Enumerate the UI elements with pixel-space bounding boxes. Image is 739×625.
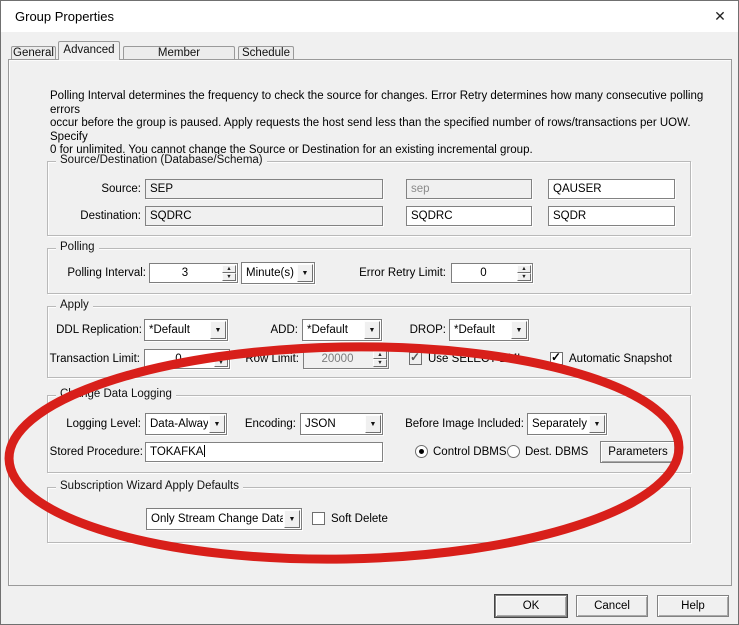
row-limit-label: Row Limit: (233, 349, 299, 369)
spinner-down-icon[interactable]: ▼ (214, 359, 228, 367)
use-select-dml-label: Use SELECT DML (428, 352, 524, 366)
tab-general[interactable]: General (11, 46, 56, 59)
logging-level-label: Logging Level: (48, 414, 141, 434)
use-select-dml-checkbox: ✓ (409, 352, 422, 365)
control-dbms-radio[interactable] (415, 445, 428, 458)
add-label: ADD: (198, 320, 298, 340)
group-apply: Apply DDL Replication: *Default ▼ ADD: *… (47, 306, 691, 378)
tab-page-advanced: Polling Interval determines the frequenc… (8, 59, 732, 586)
help-button[interactable]: Help (657, 595, 729, 617)
group-source-destination-legend: Source/Destination (Database/Schema) (56, 154, 267, 166)
destination-schema-field[interactable]: SQDRC (406, 206, 532, 226)
stored-procedure-input[interactable]: TOKAFKA (145, 442, 383, 462)
drop-value: *Default (454, 320, 510, 340)
dropdown-arrow-icon[interactable]: ▼ (297, 264, 313, 282)
destination-label: Destination: (48, 206, 141, 226)
cancel-button[interactable]: Cancel (576, 595, 648, 617)
stored-procedure-value: TOKAFKA (150, 446, 203, 458)
automatic-snapshot-checkbox[interactable]: ✓ (550, 352, 563, 365)
automatic-snapshot-label: Automatic Snapshot (569, 352, 672, 366)
group-polling-legend: Polling (56, 241, 99, 253)
check-icon: ✓ (551, 350, 561, 364)
destination-user-field[interactable]: SQDR (548, 206, 675, 226)
group-subscription-wizard-defaults: Subscription Wizard Apply Defaults Only … (47, 487, 691, 543)
description-line-2: occur before the group is paused. Apply … (50, 117, 731, 144)
dest-dbms-label: Dest. DBMS (525, 445, 588, 459)
before-image-included-value: Separately (532, 414, 588, 434)
stored-procedure-label: Stored Procedure: (48, 442, 143, 462)
error-retry-limit-value[interactable]: 0 (452, 264, 515, 282)
destination-database-field: SQDRC (145, 206, 383, 226)
spinner-up-icon: ▲ (373, 351, 387, 359)
transaction-limit-value[interactable]: 0 (145, 350, 212, 368)
polling-unit-dropdown[interactable]: Minute(s) ▼ (241, 262, 315, 284)
transaction-limit-label: Transaction Limit: (48, 349, 140, 369)
spinner-down-icon[interactable]: ▼ (517, 273, 531, 281)
title-bar: Group Properties ✕ (1, 1, 738, 32)
tab-advanced[interactable]: Advanced (58, 41, 120, 60)
encoding-label: Encoding: (196, 414, 296, 434)
dropdown-arrow-icon[interactable]: ▼ (511, 321, 527, 339)
group-subscription-wizard-defaults-legend: Subscription Wizard Apply Defaults (56, 480, 243, 492)
polling-interval-value[interactable]: 3 (150, 264, 220, 282)
spinner-down-icon: ▼ (373, 359, 387, 367)
dropdown-arrow-icon[interactable]: ▼ (284, 510, 300, 528)
soft-delete-label: Soft Delete (331, 512, 388, 526)
control-dbms-label: Control DBMS (433, 445, 507, 459)
ok-button[interactable]: OK (495, 595, 567, 617)
row-limit-value: 20000 (304, 350, 371, 368)
before-image-included-dropdown[interactable]: Separately ▼ (527, 413, 607, 435)
text-caret (204, 445, 205, 457)
parameters-button[interactable]: Parameters (600, 441, 676, 463)
dropdown-arrow-icon[interactable]: ▼ (365, 415, 381, 433)
source-user-field[interactable]: QAUSER (548, 179, 675, 199)
drop-label: DROP: (348, 320, 446, 340)
tab-member-subscriptions[interactable]: Member Subscriptions (123, 46, 235, 59)
before-image-included-label: Before Image Included: (388, 414, 524, 434)
group-change-data-logging: Change Data Logging Logging Level: Data-… (47, 395, 691, 473)
ddl-replication-label: DDL Replication: (48, 320, 142, 340)
group-change-data-logging-legend: Change Data Logging (56, 388, 176, 400)
close-icon[interactable]: ✕ (707, 6, 733, 27)
error-retry-limit-spinner[interactable]: 0 ▲ ▼ (451, 263, 533, 283)
spinner-up-icon[interactable]: ▲ (214, 351, 228, 359)
soft-delete-checkbox[interactable] (312, 512, 325, 525)
dest-dbms-radio[interactable] (507, 445, 520, 458)
group-apply-legend: Apply (56, 299, 93, 311)
group-polling: Polling Polling Interval: 3 ▲ ▼ Minute(s… (47, 248, 691, 294)
dropdown-arrow-icon[interactable]: ▼ (589, 415, 605, 433)
polling-interval-label: Polling Interval: (48, 263, 146, 283)
check-icon: ✓ (410, 350, 420, 364)
row-limit-spinner: 20000 ▲ ▼ (303, 349, 389, 369)
encoding-dropdown[interactable]: JSON ▼ (300, 413, 383, 435)
apply-mode-dropdown[interactable]: Only Stream Change Data ▼ (146, 508, 302, 530)
drop-dropdown[interactable]: *Default ▼ (449, 319, 529, 341)
spinner-down-icon[interactable]: ▼ (222, 273, 236, 281)
window-title: Group Properties (15, 9, 114, 24)
group-source-destination: Source/Destination (Database/Schema) Sou… (47, 161, 691, 236)
source-label: Source: (48, 179, 141, 199)
description-line-1: Polling Interval determines the frequenc… (50, 90, 731, 117)
group-properties-dialog: Group Properties ✕ General Advanced Memb… (0, 0, 739, 625)
error-retry-limit-label: Error Retry Limit: (348, 263, 446, 283)
polling-interval-spinner[interactable]: 3 ▲ ▼ (149, 263, 238, 283)
transaction-limit-spinner[interactable]: 0 ▲ ▼ (144, 349, 230, 369)
spinner-up-icon[interactable]: ▲ (517, 265, 531, 273)
spinner-up-icon[interactable]: ▲ (222, 265, 236, 273)
polling-unit-value: Minute(s) (246, 263, 296, 283)
encoding-value: JSON (305, 414, 364, 434)
tab-schedule[interactable]: Schedule (238, 46, 294, 59)
source-database-field: SEP (145, 179, 383, 199)
description-text: Polling Interval determines the frequenc… (50, 90, 731, 158)
apply-mode-value: Only Stream Change Data (151, 509, 283, 529)
source-schema-field: sep (406, 179, 532, 199)
